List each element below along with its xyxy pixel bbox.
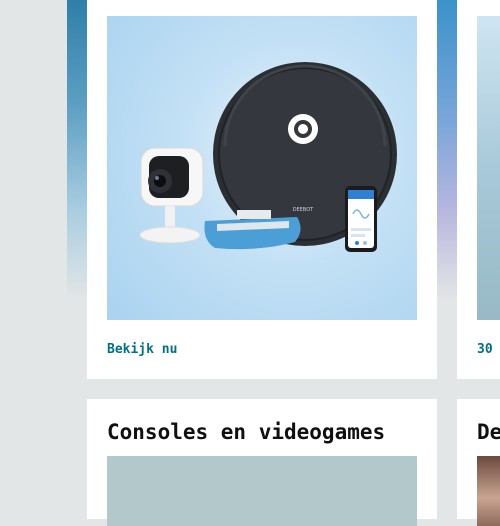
product-card: DEEBOT Bekijk nu <box>87 0 437 379</box>
product-card-right: 30 <box>457 0 500 379</box>
category-card-right: De <box>457 399 500 526</box>
category-image-right[interactable] <box>477 456 500 526</box>
category-card-consoles: Consoles en videogames <box>87 399 437 526</box>
category-title: Consoles en videogames <box>107 420 386 444</box>
bekijk-nu-link[interactable]: Bekijk nu <box>107 342 177 357</box>
security-camera-icon <box>139 147 204 244</box>
product-image-right[interactable] <box>477 16 500 320</box>
robot-brand-label: DEEBOT <box>293 207 314 213</box>
product-illustration: DEEBOT <box>139 62 397 252</box>
smartphone-app-icon <box>345 186 377 252</box>
product-image[interactable]: DEEBOT <box>107 16 417 320</box>
right-card-link[interactable]: 30 <box>477 342 493 357</box>
category-title-right: De <box>477 420 500 444</box>
category-image[interactable] <box>107 456 417 526</box>
